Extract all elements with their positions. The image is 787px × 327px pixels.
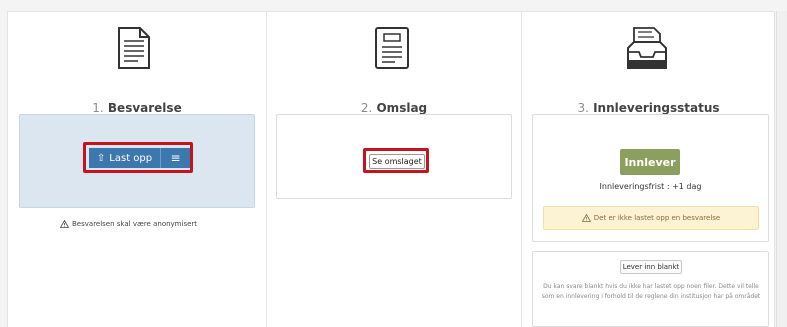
- cover-highlight: Se omslaget: [363, 148, 429, 173]
- upload-menu-button[interactable]: ≡: [161, 148, 190, 168]
- submit-button[interactable]: Innlever: [620, 149, 680, 175]
- upload-icon: ⇧: [96, 152, 106, 164]
- inbox-tray-icon: [627, 27, 667, 69]
- view-cover-button[interactable]: Se omslaget: [369, 154, 425, 169]
- blank-submission-info: Du kan svare blankt hvis du ikke har las…: [541, 283, 761, 300]
- hamburger-icon: ≡: [170, 151, 181, 165]
- step-heading-status: 3. Innleveringsstatus: [522, 101, 775, 115]
- step-number: 1.: [92, 101, 104, 115]
- no-upload-warning: Det er ikke lastet opp en besvarelse: [543, 206, 759, 230]
- deadline-text: Innleveringsfrist : +1 dag: [599, 182, 702, 191]
- upload-card: ⇧ Last opp ≡: [19, 114, 255, 208]
- step-heading-answer: 1. Besvarelse: [8, 101, 266, 115]
- document-icon: [118, 27, 150, 69]
- step-number: 3.: [577, 101, 589, 115]
- upload-button-label: Last opp: [109, 152, 153, 164]
- vertical-scrollbar[interactable]: [776, 11, 787, 327]
- anonymize-note: Besvarelsen skal være anonymisert: [60, 220, 197, 228]
- step-number: 2.: [360, 101, 373, 115]
- step-heading-cover: 2. Omslag: [267, 101, 521, 115]
- step-title: Omslag: [376, 101, 428, 115]
- view-cover-label: Se omslaget: [372, 157, 422, 166]
- step-column-cover: 2. Omslag Se omslaget: [266, 11, 521, 327]
- anonymize-note-text: Besvarelsen skal være anonymisert: [72, 220, 198, 228]
- cover-page-icon: [375, 27, 409, 69]
- submit-blank-label: Lever inn blankt: [622, 263, 680, 271]
- step-column-answer: 1. Besvarelse ⇧ Last opp ≡ Besvarelsen s…: [8, 11, 266, 327]
- warning-icon: [581, 214, 591, 222]
- step-title: Innleveringsstatus: [593, 101, 720, 115]
- submit-blank-button[interactable]: Lever inn blankt: [620, 260, 682, 274]
- cover-card: Se omslaget: [276, 114, 512, 199]
- step-title: Besvarelse: [107, 101, 182, 115]
- no-upload-warning-text: Det er ikke lastet opp en besvarelse: [593, 214, 721, 222]
- upload-button[interactable]: ⇧ Last opp: [89, 148, 161, 168]
- warning-icon: [60, 220, 69, 228]
- status-card: Innlever Innleveringsfrist : +1 dag Det …: [532, 114, 769, 242]
- submit-button-label: Innlever: [624, 155, 676, 169]
- blank-submission-card: Lever inn blankt Du kan svare blankt hvi…: [532, 251, 769, 327]
- step-column-status: 3. Innleveringsstatus Innlever Innleveri…: [521, 11, 775, 327]
- upload-highlight: ⇧ Last opp ≡: [83, 142, 193, 173]
